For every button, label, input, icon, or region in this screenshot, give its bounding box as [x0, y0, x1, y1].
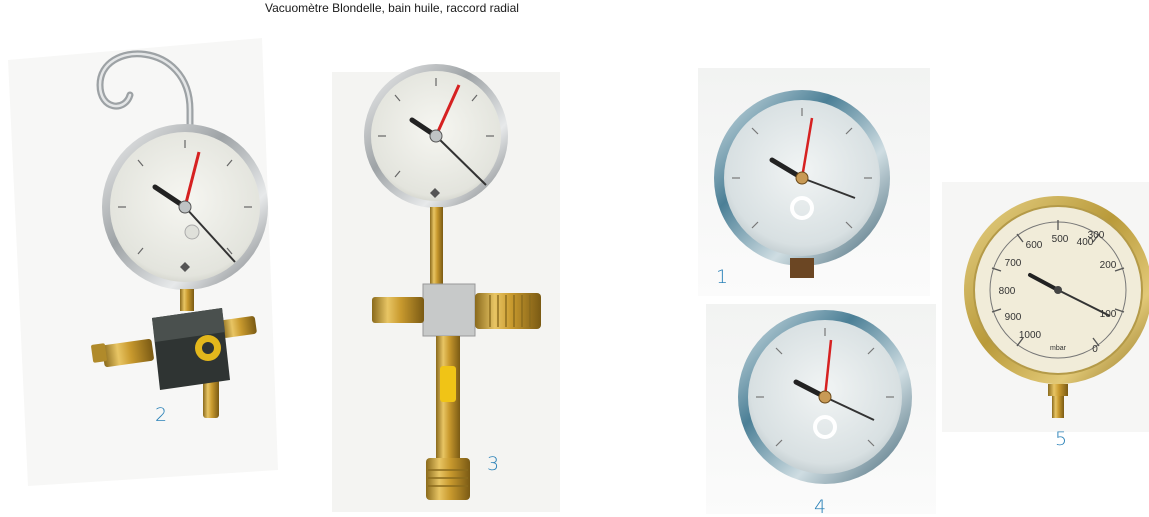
gauge-number-4: 4 — [814, 496, 827, 517]
gauge-number-5: 5 — [1055, 428, 1068, 450]
gauge-5-tick-200: 200 — [1100, 260, 1117, 271]
gauge-4-photo — [706, 304, 936, 514]
gauge-5-tick-500: 500 — [1052, 234, 1069, 245]
gauge-5-tick-1000: 1000 — [1019, 330, 1042, 341]
gauge-number-3: 3 — [487, 453, 500, 475]
gauge-5-tick-900: 900 — [1005, 312, 1022, 323]
gauge-5-tick-0: 0 — [1092, 344, 1098, 355]
gauges-photo-collage: 0 100 200 300 400 500 600 700 800 900 10… — [8, 38, 1149, 514]
gauge-1-photo — [698, 68, 930, 296]
product-sheet-page: Vacuomètre Blondelle, bain huile, raccor… — [0, 0, 1149, 517]
gauge-number-1: 1 — [716, 266, 729, 288]
gauge-5-tick-700: 700 — [1005, 258, 1022, 269]
gauge-5-tick-600: 600 — [1026, 240, 1043, 251]
gauge-5-tick-400: 400 — [1077, 237, 1094, 248]
gauge-5-tick-800: 800 — [999, 286, 1016, 297]
gauge-5-unit-label: mbar — [1050, 345, 1067, 352]
gauge-2-manifold-photo — [8, 38, 278, 486]
gauge-3-manifold-photo — [332, 64, 560, 512]
gauge-5-photo: 0 100 200 300 400 500 600 700 800 900 10… — [942, 182, 1149, 432]
gauge-number-2: 2 — [155, 404, 168, 426]
